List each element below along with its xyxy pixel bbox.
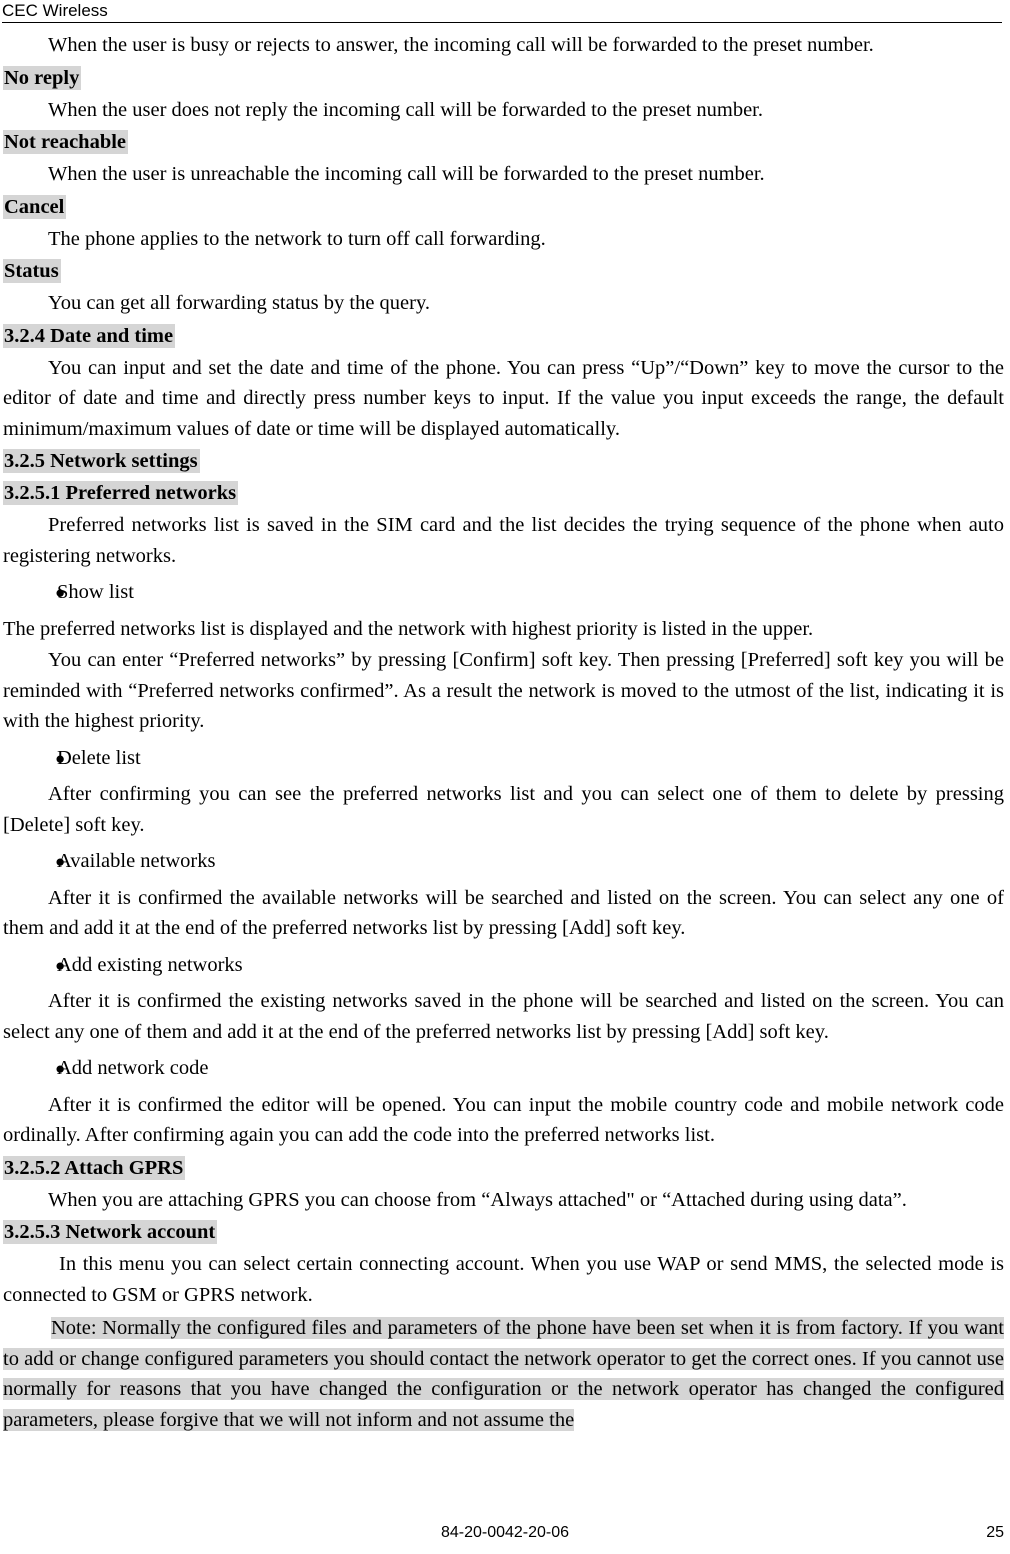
- heading-network-settings: 3.2.5 Network settings: [3, 446, 1004, 476]
- heading-preferred-networks: 3.2.5.1 Preferred networks: [3, 478, 1004, 508]
- list-item-label-add-network-code: Add network code: [57, 1057, 209, 1079]
- paragraph-not-reachable: When the user is unreachable the incomin…: [48, 163, 765, 185]
- list-item-label-show-list: Show list: [57, 581, 134, 603]
- list-item: ● Add existing networks: [3, 950, 1004, 982]
- footer-document-id: 84-20-0042-20-06: [440, 1524, 570, 1541]
- heading-attach-gprs-label: 3.2.5.2 Attach GPRS: [3, 1155, 186, 1180]
- heading-not-reachable: Not reachable: [3, 127, 1004, 157]
- paragraph-add-existing-networks: After it is confirmed the existing netwo…: [3, 990, 1004, 1043]
- heading-no-reply-label: No reply: [3, 65, 82, 90]
- paragraph-note-text: Note: Normally the configured files and …: [3, 1317, 1004, 1431]
- heading-date-and-time-label: 3.2.4 Date and time: [3, 323, 176, 348]
- bullet-icon: ●: [55, 748, 66, 768]
- heading-no-reply: No reply: [3, 63, 1004, 93]
- heading-network-account: 3.2.5.3 Network account: [3, 1217, 1004, 1247]
- list-item: ● Show list: [3, 577, 1004, 609]
- paragraph-show-list-1: The preferred networks list is displayed…: [3, 617, 814, 640]
- bullet-icon: ●: [55, 955, 66, 975]
- paragraph-available-networks: After it is confirmed the available netw…: [3, 886, 1004, 940]
- heading-not-reachable-label: Not reachable: [3, 130, 129, 154]
- heading-cancel: Cancel: [3, 192, 1004, 222]
- heading-attach-gprs: 3.2.5.2 Attach GPRS: [3, 1153, 1004, 1183]
- bullet-icon: ●: [55, 1059, 66, 1078]
- paragraph-cancel: The phone applies to the network to turn…: [48, 227, 546, 250]
- list-item: ● Add network code: [3, 1053, 1004, 1085]
- list-item-label-available-networks: Available networks: [57, 850, 216, 872]
- heading-network-account-label: 3.2.5.3 Network account: [3, 1220, 218, 1244]
- page-header: CEC Wireless: [0, 0, 1010, 25]
- heading-date-and-time: 3.2.4 Date and time: [3, 321, 1004, 351]
- heading-cancel-label: Cancel: [3, 194, 67, 219]
- paragraph-note: Note: Normally the configured files and …: [3, 1313, 1004, 1435]
- paragraph-delete-list: After confirming you can see the preferr…: [3, 783, 1004, 836]
- paragraph-network-account: In this menu you can select certain conn…: [3, 1253, 1004, 1306]
- heading-status-label: Status: [3, 259, 61, 283]
- paragraph-busy: When the user is busy or rejects to answ…: [48, 34, 874, 56]
- paragraph-add-network-code: After it is confirmed the editor will be…: [3, 1093, 1004, 1147]
- list-item: ● Available networks: [3, 846, 1004, 878]
- footer-page-number: 25: [986, 1524, 1004, 1541]
- header-divider: [2, 22, 1002, 23]
- paragraph-date-and-time: You can input and set the date and time …: [3, 356, 1004, 440]
- paragraph-attach-gprs: When you are attaching GPRS you can choo…: [48, 1188, 907, 1211]
- page-header-title: CEC Wireless: [2, 1, 108, 20]
- page-footer: 84-20-0042-20-06 25: [0, 1522, 1010, 1548]
- paragraph-show-list-2: You can enter “Preferred networks” by pr…: [3, 649, 1004, 732]
- heading-preferred-networks-label: 3.2.5.1 Preferred networks: [3, 481, 239, 505]
- document-body: When the user is busy or rejects to answ…: [3, 30, 1004, 1435]
- list-item: ● Delete list: [3, 743, 1004, 775]
- heading-network-settings-label: 3.2.5 Network settings: [3, 449, 200, 473]
- bullet-icon: ●: [55, 852, 66, 871]
- list-item-label-delete-list: Delete list: [57, 746, 141, 769]
- paragraph-status: You can get all forwarding status by the…: [48, 292, 431, 314]
- bullet-icon: ●: [55, 583, 66, 602]
- paragraph-no-reply: When the user does not reply the incomin…: [48, 98, 764, 121]
- heading-status: Status: [3, 256, 1004, 286]
- paragraph-preferred-intro: Preferred networks list is saved in the …: [3, 514, 1004, 567]
- list-item-label-add-existing-networks: Add existing networks: [57, 953, 243, 976]
